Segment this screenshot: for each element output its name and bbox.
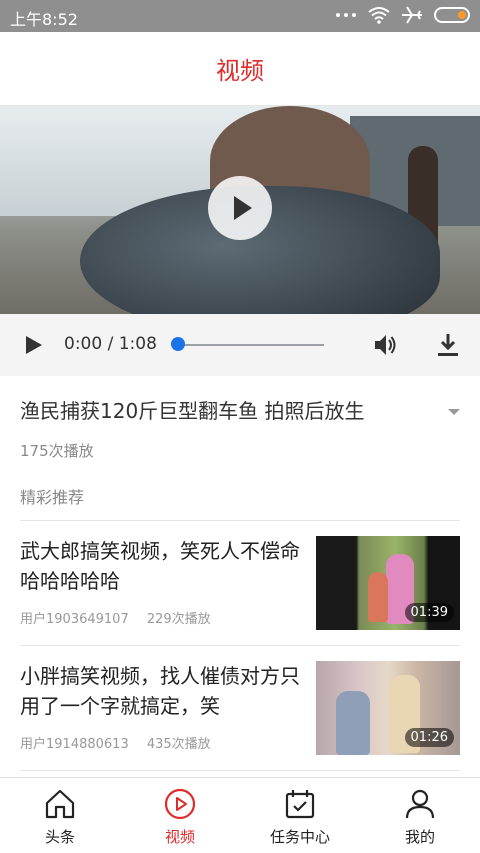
thumbnail-figure bbox=[368, 572, 388, 622]
tab-task-center[interactable]: 任务中心 bbox=[240, 778, 360, 853]
video-title-row[interactable]: 渔民捕获120斤巨型翻车鱼 拍照后放生 bbox=[20, 394, 460, 428]
progress-track[interactable] bbox=[172, 344, 324, 346]
status-bar: 上午8:52 bbox=[0, 0, 480, 32]
tab-video[interactable]: 视频 bbox=[120, 778, 240, 853]
volume-icon[interactable] bbox=[372, 332, 398, 358]
play-button[interactable] bbox=[26, 336, 42, 354]
item-title: 武大郎搞笑视频，笑死人不偿命哈哈哈哈哈 bbox=[20, 539, 300, 593]
recommend-heading: 精彩推荐 bbox=[20, 488, 85, 507]
item-thumbnail[interactable]: 01:26 bbox=[316, 661, 460, 755]
duration-badge: 01:39 bbox=[404, 603, 454, 622]
tab-label: 任务中心 bbox=[269, 828, 330, 846]
list-item[interactable]: 小胖搞笑视频，找人催债对方只用了一个字就搞定，笑 用户1914880613 43… bbox=[0, 645, 480, 771]
item-user: 用户1903649107 bbox=[20, 612, 129, 627]
download-icon[interactable] bbox=[436, 332, 460, 358]
list-item[interactable]: 武大郎搞笑视频，笑死人不偿命哈哈哈哈哈 用户1903649107 229次播放 … bbox=[0, 520, 480, 646]
item-meta: 用户1903649107 229次播放 bbox=[20, 608, 225, 627]
item-plays: 435次播放 bbox=[146, 737, 211, 752]
battery-icon bbox=[434, 7, 470, 23]
divider bbox=[20, 770, 460, 771]
tab-label: 视频 bbox=[164, 828, 195, 846]
page-title: 视频 bbox=[216, 57, 264, 85]
item-thumbnail[interactable]: 01:39 bbox=[316, 536, 460, 630]
time-display: 0:00 / 1:08 bbox=[64, 334, 157, 354]
wifi-icon bbox=[368, 7, 390, 24]
progress-thumb[interactable] bbox=[171, 337, 185, 351]
play-circle-icon bbox=[164, 788, 196, 820]
status-time: 上午8:52 bbox=[10, 10, 78, 29]
calendar-check-icon bbox=[285, 790, 315, 819]
play-icon bbox=[233, 196, 252, 220]
duration-badge: 01:26 bbox=[404, 728, 454, 747]
tab-label: 我的 bbox=[404, 828, 435, 846]
item-title: 小胖搞笑视频，找人催债对方只用了一个字就搞定，笑 bbox=[20, 664, 300, 718]
tab-me[interactable]: 我的 bbox=[360, 778, 480, 853]
video-title: 渔民捕获120斤巨型翻车鱼 拍照后放生 bbox=[20, 399, 365, 423]
status-icons bbox=[336, 6, 470, 24]
airplane-icon bbox=[402, 6, 422, 24]
expand-caret-icon[interactable] bbox=[448, 409, 460, 415]
dots-icon bbox=[336, 10, 356, 20]
thumbnail-figure bbox=[336, 691, 370, 755]
item-user: 用户1914880613 bbox=[20, 737, 129, 752]
player-controls: 0:00 / 1:08 bbox=[0, 314, 480, 376]
home-icon bbox=[45, 789, 75, 819]
tab-headlines[interactable]: 头条 bbox=[0, 778, 120, 853]
header: 视频 bbox=[0, 32, 480, 106]
item-plays: 229次播放 bbox=[146, 612, 211, 627]
bottom-tab-bar: 头条 视频 任务中心 我的 bbox=[0, 777, 480, 853]
user-icon bbox=[405, 789, 435, 819]
tab-label: 头条 bbox=[44, 828, 75, 846]
play-count: 175次播放 bbox=[20, 442, 94, 460]
play-overlay-button[interactable] bbox=[208, 176, 272, 240]
item-meta: 用户1914880613 435次播放 bbox=[20, 733, 225, 752]
